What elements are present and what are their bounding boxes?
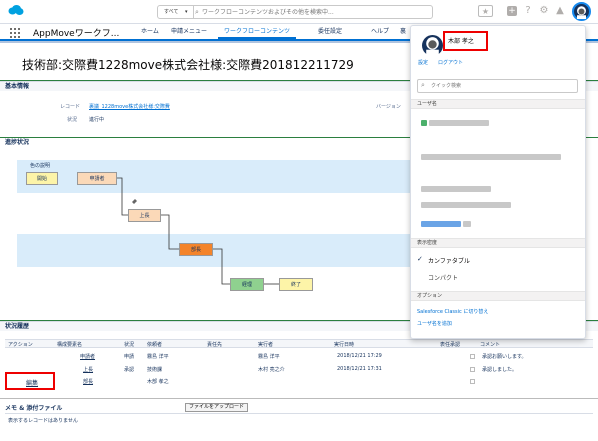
settings-link[interactable]: 設定 [418,59,428,66]
avatar[interactable] [572,2,591,21]
favorites-icon[interactable]: ★ [478,5,493,17]
row-datetime: 2018/12/21 17:31 [337,366,382,372]
nav-help[interactable]: ヘルプ [365,24,395,39]
row-datetime: 2018/12/21 17:29 [337,353,382,359]
redacted-text [421,186,491,192]
row-executor: 霧島 洋平 [258,354,280,360]
page-title: 技術部:交際費1228move株式会社様:交際費201812211729 [22,58,354,72]
help-icon[interactable]: ? [522,5,534,17]
col-executor: 実行者 [258,342,274,348]
col-requester: 依頼者 [147,342,163,348]
col-status: 状況 [124,342,135,348]
row-status: 承認 [124,367,135,373]
quick-search-box[interactable]: ⌕ [417,79,578,93]
app-name: AppMoveワークフ... [33,29,120,39]
col-assignee: 責任先 [207,342,223,348]
col-delegate: 表任承認 [440,342,461,348]
col-action: アクション [8,342,33,348]
redacted-text [421,202,511,208]
app-launcher-icon[interactable] [10,28,20,38]
col-datetime: 実行日時 [334,342,355,348]
add-username-link[interactable]: ユーザ名を追加 [417,320,452,327]
switch-classic-link[interactable]: Salesforce Classic に切り替え [417,308,488,315]
col-element: 構成要素名 [57,342,83,348]
row-requester: 技術課 [147,367,163,373]
col-comment: コメント [480,342,501,348]
quick-search-input[interactable] [431,81,571,91]
redacted-text [429,120,489,126]
search-input[interactable] [202,6,432,18]
search-icon: ⌕ [195,8,199,16]
astro-avatar-icon [426,37,439,56]
memo-table [5,413,593,422]
search-scope-select[interactable]: すべて ▾ [158,6,194,18]
nav-request-menu[interactable]: 申請メニュー [165,24,213,39]
status-label: 状況 [67,117,78,123]
delegate-checkbox [470,379,475,384]
row-element-link[interactable]: 上長 [83,366,93,373]
memo-empty-text: 表示するレコードはありません [8,418,78,424]
bell-icon[interactable]: ▲ [554,5,566,17]
logout-link[interactable]: ログアウト [438,59,463,66]
global-search[interactable]: すべて ▾ ⌕ [157,5,433,19]
user-name: 木部 孝之 [448,38,474,45]
row-requester: 霧島 洋平 [147,354,169,360]
astro-avatar-icon [577,6,586,19]
delegate-checkbox [470,367,475,372]
redacted-text [421,120,427,126]
row-executor: 木村 亮之介 [258,367,285,373]
density-comfortable-option[interactable]: カンファタブル [428,256,470,265]
density-compact-option[interactable]: コンパクト [428,273,458,282]
gear-icon[interactable]: ⚙ [538,5,550,17]
history-table-header [5,339,593,348]
record-label: レコード [60,104,81,110]
user-profile-panel: 木部 孝之 設定 ログアウト ⌕ ユーザ名 表示密度 ✓ カンファタブル コンパ… [410,25,586,339]
redacted-text [421,154,561,160]
delegate-checkbox [470,354,475,359]
row-requester: 木部 孝之 [147,379,169,385]
row-comment: 承認しました。 [482,367,518,373]
status-value: 進行中 [89,117,105,123]
search-scope-label: すべて [164,9,179,15]
redacted-text [463,221,471,227]
search-icon: ⌕ [421,81,425,89]
diagram-connectors [117,177,279,285]
panel-avatar[interactable] [422,35,443,56]
row-comment: 承認お願いします。 [482,354,527,360]
row-status: 申請 [124,354,135,360]
add-icon[interactable]: + [507,6,517,16]
pencil-icon [132,199,137,204]
density-section-heading: 表示密度 [411,238,585,248]
salesforce-logo[interactable] [7,4,24,16]
global-header: すべて ▾ ⌕ ★ + ? ⚙ ▲ [0,0,598,24]
redacted-text [421,221,461,227]
chevron-down-icon: ▾ [185,9,188,15]
memo-heading: メモ & 添付ファイル [5,405,63,412]
divider [0,398,598,399]
check-icon: ✓ [417,255,423,263]
record-link[interactable]: 裏議_1228move株式会社様:交際費 [89,103,170,110]
nav-workflow-content[interactable]: ワークフローコンテンツ [218,24,297,39]
version-label: バージョン [376,104,401,110]
upload-file-button[interactable]: ファイルをアップロード [185,403,249,412]
options-section-heading: オプション [411,291,585,301]
nav-home[interactable]: ホーム [135,24,165,39]
nav-delegation[interactable]: 委任設定 [312,24,348,39]
username-section-heading: ユーザ名 [411,99,585,109]
workflow-diagram: 色の説明 開始 申請者 上長 部長 経理 終了 [17,160,412,291]
edit-link[interactable]: 編集 [26,378,38,387]
row-element-link[interactable]: 申請者 [80,353,95,360]
row-element-link[interactable]: 部長 [83,378,93,385]
